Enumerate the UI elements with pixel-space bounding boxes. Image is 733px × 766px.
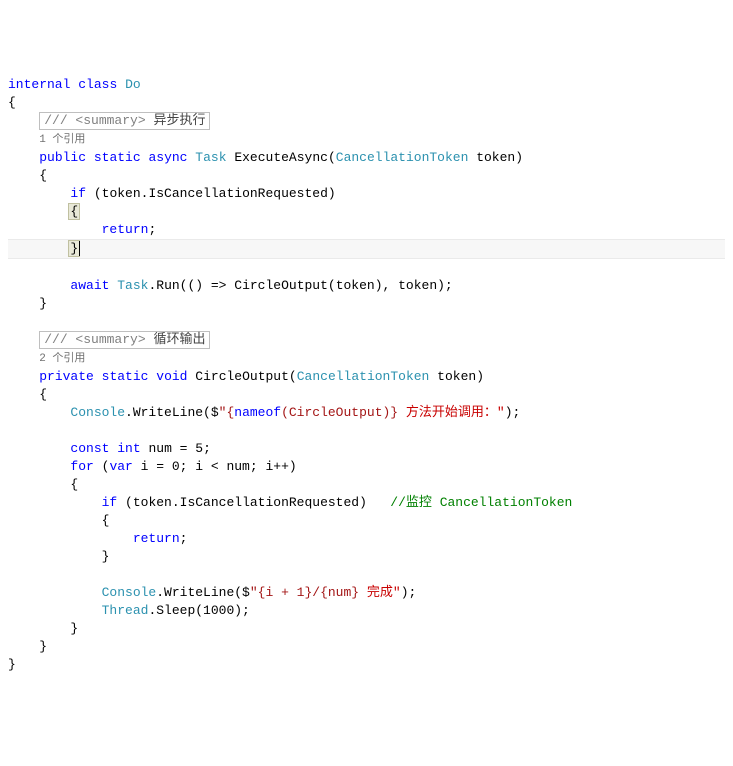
type-cancellationtoken: CancellationToken bbox=[336, 150, 469, 165]
type-task: Task bbox=[117, 278, 148, 293]
method-name: CircleOutput bbox=[195, 369, 289, 384]
string-part: "{ bbox=[219, 405, 235, 420]
if-cond: (token.IsCancellationRequested) bbox=[125, 495, 367, 510]
kw-public: public bbox=[39, 150, 86, 165]
paren-close: ); bbox=[505, 405, 521, 420]
class-name: Do bbox=[125, 77, 141, 92]
code-block: internal class Do { /// <summary> 异步执行 1… bbox=[8, 76, 725, 674]
kw-async: async bbox=[148, 150, 187, 165]
string-part: "{i + 1}/{num} bbox=[250, 585, 359, 600]
comment: //监控 CancellationToken bbox=[390, 495, 572, 510]
method-name: ExecuteAsync bbox=[234, 150, 328, 165]
writeline-call: .WriteLine($ bbox=[156, 585, 250, 600]
kw-var: var bbox=[109, 459, 132, 474]
if-cond: (token.IsCancellationRequested) bbox=[94, 186, 336, 201]
kw-for: for bbox=[70, 459, 93, 474]
type-console: Console bbox=[70, 405, 125, 420]
text-caret bbox=[79, 241, 80, 256]
codelens-references[interactable]: 2 个引用 bbox=[39, 353, 85, 365]
kw-class: class bbox=[78, 77, 117, 92]
kw-await: await bbox=[70, 278, 109, 293]
xml-summary-collapsed[interactable]: /// <summary> 异步执行 bbox=[39, 112, 210, 130]
param: token bbox=[476, 150, 515, 165]
type-task: Task bbox=[195, 150, 226, 165]
type-thread: Thread bbox=[102, 603, 149, 618]
kw-if: if bbox=[102, 495, 118, 510]
sleep-call: .Sleep(1000); bbox=[148, 603, 249, 618]
param: token bbox=[437, 369, 476, 384]
xml-summary-collapsed[interactable]: /// <summary> 循环输出 bbox=[39, 331, 210, 349]
num-decl: num = 5; bbox=[148, 441, 210, 456]
for-rest: i = 0; i < num; i++) bbox=[133, 459, 297, 474]
kw-private: private bbox=[39, 369, 94, 384]
codelens-references[interactable]: 1 个引用 bbox=[39, 134, 85, 146]
brace-open-highlight: { bbox=[68, 203, 80, 220]
kw-static: static bbox=[102, 369, 149, 384]
string-cn: 完成" bbox=[359, 585, 401, 600]
kw-const: const bbox=[70, 441, 109, 456]
writeline-call: .WriteLine($ bbox=[125, 405, 219, 420]
task-run-call: .Run(() => CircleOutput(token), token); bbox=[148, 278, 452, 293]
kw-internal: internal bbox=[8, 77, 70, 92]
current-line: } bbox=[8, 239, 725, 259]
kw-return: return bbox=[102, 222, 149, 237]
type-console: Console bbox=[102, 585, 157, 600]
kw-int: int bbox=[117, 441, 140, 456]
string-part: (CircleOutput)} bbox=[281, 405, 398, 420]
kw-void: void bbox=[156, 369, 187, 384]
kw-static: static bbox=[94, 150, 141, 165]
kw-if: if bbox=[70, 186, 86, 201]
paren-close: ); bbox=[401, 585, 417, 600]
kw-return: return bbox=[133, 531, 180, 546]
kw-nameof: nameof bbox=[234, 405, 281, 420]
type-cancellationtoken: CancellationToken bbox=[297, 369, 430, 384]
string-cn: 方法开始调用：" bbox=[398, 405, 505, 420]
